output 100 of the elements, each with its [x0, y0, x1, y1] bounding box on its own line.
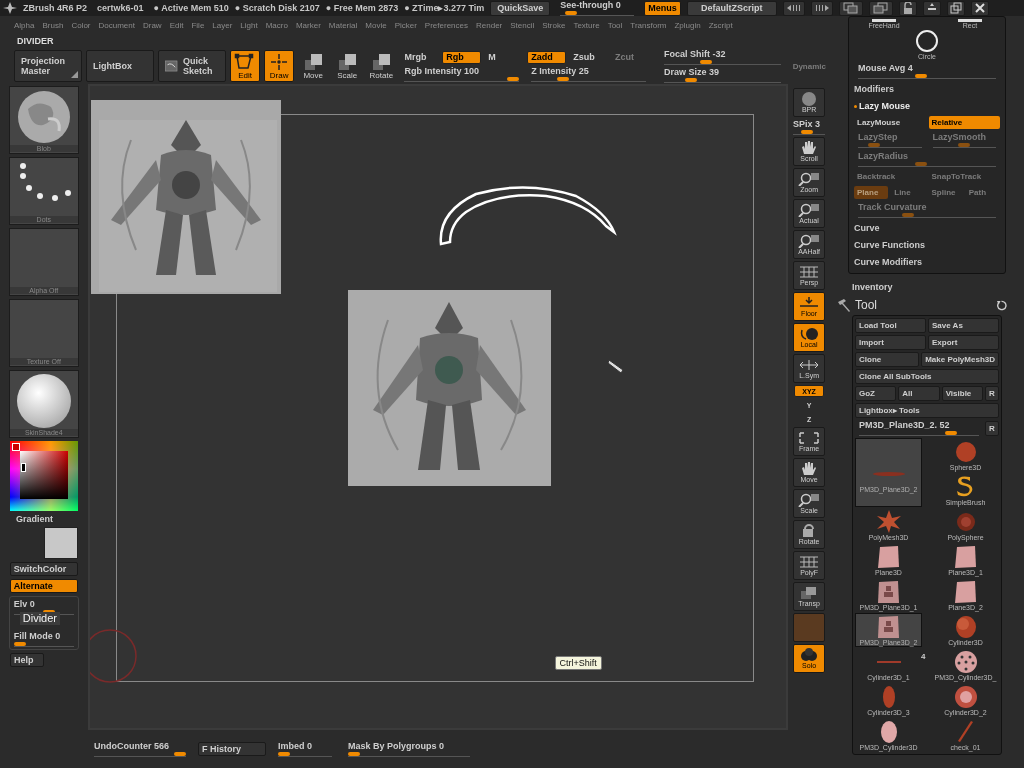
subpalette-title[interactable]: Curve Functions — [854, 238, 1000, 252]
color-swatch[interactable] — [43, 527, 78, 559]
mode-button[interactable]: Draw — [264, 50, 295, 82]
slider-thumb[interactable] — [348, 752, 360, 756]
menus-button[interactable]: Menus — [644, 0, 681, 16]
menu-item[interactable]: Stroke — [542, 20, 566, 30]
subpalette-title[interactable]: Curve — [854, 221, 1000, 235]
menu-item[interactable]: Preferences — [424, 20, 468, 30]
windows-icon[interactable] — [868, 0, 893, 16]
menu-item[interactable]: Transform — [630, 20, 667, 30]
menu-item[interactable]: Zscript — [708, 20, 733, 30]
menu-item[interactable]: Light — [240, 20, 258, 30]
history-button[interactable]: F History — [198, 742, 266, 756]
slider-thumb[interactable] — [556, 76, 569, 81]
tool-button[interactable]: Load Tool — [855, 318, 926, 333]
slider-thumb[interactable] — [699, 60, 712, 64]
color-mode-button[interactable]: M — [484, 50, 524, 64]
circle-icon[interactable] — [915, 29, 939, 53]
menu-item[interactable]: Draw — [142, 20, 162, 30]
mode-button[interactable]: Scale — [332, 50, 363, 82]
toolbar-button[interactable]: Quick Sketch — [158, 50, 226, 82]
slider-thumb[interactable] — [945, 431, 958, 435]
menu-item[interactable]: Macro — [265, 20, 288, 30]
tool-button[interactable]: Export — [928, 335, 999, 350]
slider-thumb[interactable] — [278, 752, 290, 756]
menu-item[interactable]: Marker — [295, 20, 321, 30]
menu-item[interactable]: Movie — [365, 20, 387, 30]
subpalette-title[interactable]: Modifiers — [854, 82, 1000, 96]
menu-item[interactable]: Zplugin — [674, 20, 701, 30]
color-picker[interactable] — [9, 441, 78, 511]
slider[interactable] — [278, 752, 332, 757]
tool-button[interactable]: Make PolyMesh3D — [921, 352, 999, 367]
tool-button[interactable]: R — [985, 386, 999, 401]
mode-button[interactable]: Rotate — [366, 50, 397, 82]
menu-item[interactable]: Texture — [573, 20, 600, 30]
toolbar-button[interactable]: LightBox — [86, 50, 154, 82]
slider[interactable] — [531, 76, 647, 82]
palette-title[interactable]: Inventory — [852, 274, 1002, 298]
slider[interactable] — [858, 162, 996, 167]
slider-thumb[interactable] — [565, 11, 578, 15]
tool-button[interactable]: Lightbox▸ Tools — [855, 403, 999, 418]
slider[interactable] — [404, 76, 520, 82]
menu-item[interactable]: Layer — [212, 20, 233, 30]
slider-thumb[interactable] — [684, 78, 697, 82]
mode-button[interactable]: Move — [298, 50, 329, 82]
windows-icon[interactable] — [838, 0, 863, 16]
menu-item[interactable]: Brush — [42, 20, 64, 30]
zscript-button[interactable]: DefaultZScript — [686, 0, 777, 16]
shelf-button[interactable]: SwitchColor — [9, 562, 78, 576]
tool-button[interactable]: Import — [855, 335, 926, 350]
tool-button[interactable]: Clone — [855, 352, 920, 367]
restore-icon[interactable] — [946, 0, 965, 16]
shelf-button[interactable]: Alternate — [9, 579, 78, 593]
slider-thumb[interactable] — [13, 642, 26, 646]
prev-arrow-button[interactable] — [782, 0, 805, 16]
color-mode-button[interactable]: Mrgb — [400, 50, 440, 64]
slider[interactable] — [932, 143, 996, 148]
next-arrow-button[interactable] — [810, 0, 833, 16]
tool-button[interactable]: All — [898, 386, 940, 401]
palette-title[interactable]: Tool — [855, 298, 992, 312]
lock-icon[interactable] — [898, 0, 917, 16]
slider-thumb[interactable] — [914, 74, 927, 78]
minimize-icon[interactable] — [922, 0, 941, 16]
menu-item[interactable]: Picker — [394, 20, 417, 30]
slider[interactable] — [859, 431, 979, 436]
reset-icon[interactable] — [996, 299, 1007, 311]
slider[interactable] — [348, 752, 470, 757]
subpalette-title[interactable]: Curve Modifiers — [854, 255, 1000, 269]
slider-thumb[interactable] — [507, 76, 520, 81]
mode-button[interactable]: Edit — [230, 50, 261, 82]
tool-button[interactable]: Visible — [941, 386, 983, 401]
z-mode-button[interactable]: Zadd — [527, 50, 567, 64]
tool-button[interactable]: GoZ — [855, 386, 897, 401]
slider[interactable] — [858, 74, 996, 79]
menu-item[interactable]: Document — [98, 20, 135, 30]
tool-button[interactable]: Save As — [928, 318, 999, 333]
quicksave-button[interactable]: QuickSave — [490, 0, 551, 16]
menu-item[interactable]: Render — [476, 20, 503, 30]
close-icon[interactable] — [970, 0, 989, 16]
menu-item[interactable]: File — [191, 20, 205, 30]
option-button[interactable]: LazyMouse — [854, 116, 926, 129]
tool-button[interactable]: R — [985, 420, 999, 436]
subpalette-title[interactable]: Lazy Mouse — [859, 99, 910, 113]
color-mode-button[interactable]: Rgb — [442, 50, 482, 64]
menu-item[interactable]: Alpha — [14, 20, 35, 30]
slider[interactable] — [664, 78, 781, 83]
slider-thumb[interactable] — [801, 130, 814, 134]
tool-button[interactable]: Clone All SubTools — [855, 369, 999, 384]
slider[interactable] — [13, 642, 74, 647]
menu-item[interactable]: Stencil — [510, 20, 535, 30]
slider[interactable] — [94, 752, 186, 757]
menu-item[interactable]: Tool — [607, 20, 623, 30]
menu-item[interactable]: Color — [71, 20, 91, 30]
menu-item[interactable]: Material — [328, 20, 358, 30]
slider[interactable] — [858, 213, 996, 218]
slider[interactable] — [858, 143, 922, 148]
help-button[interactable]: Help — [10, 653, 44, 667]
option-button[interactable]: Relative — [928, 116, 1000, 129]
slider-thumb[interactable] — [174, 752, 186, 756]
menu-item[interactable]: Edit — [169, 20, 184, 30]
